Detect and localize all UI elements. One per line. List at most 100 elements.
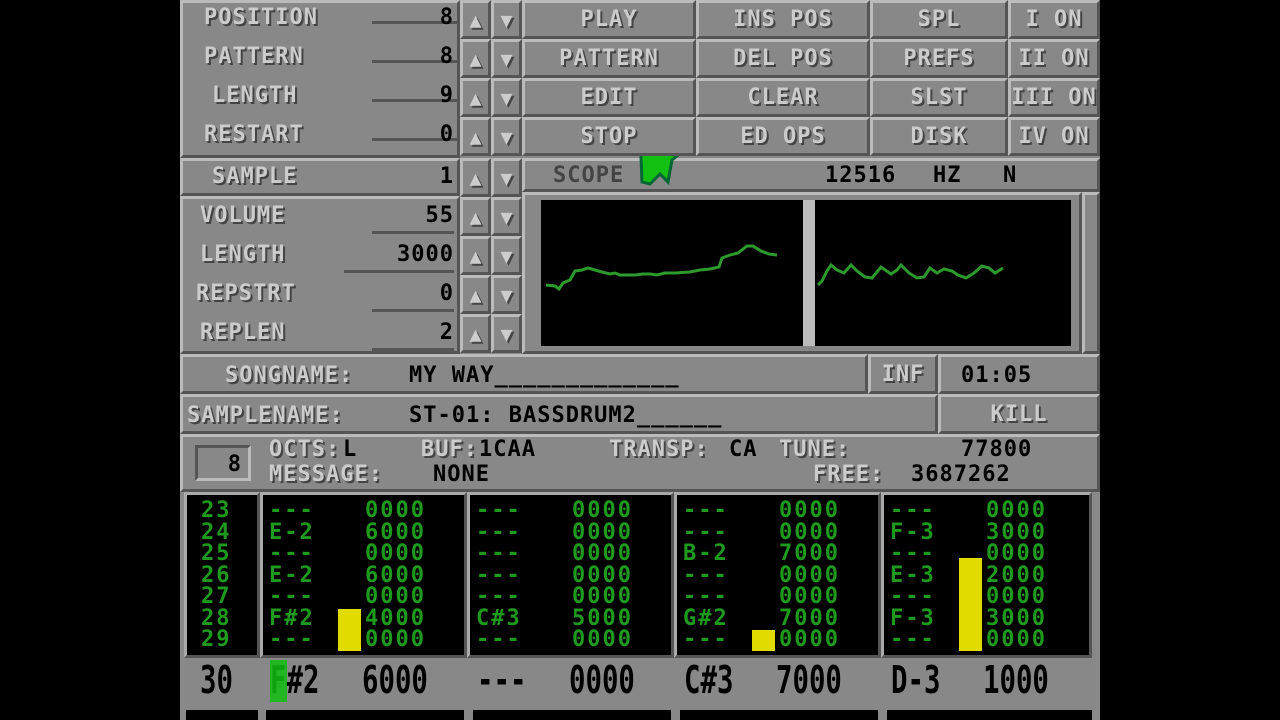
sample-control-value[interactable]: 55 <box>426 203 455 228</box>
channel-3-toggle[interactable]: III ON <box>1008 78 1100 117</box>
note-cell[interactable]: --- <box>683 564 729 586</box>
current-row-effect[interactable]: 1000 <box>983 658 1049 702</box>
ins-pos-button[interactable]: INS POS <box>696 0 870 39</box>
note-cell[interactable]: G#2 <box>683 607 729 629</box>
note-cell[interactable]: E-3 <box>890 564 936 586</box>
current-row-effect[interactable]: 0000 <box>569 658 635 702</box>
info-button[interactable]: INF <box>868 354 938 394</box>
sample-control-value[interactable]: 2 <box>440 320 454 345</box>
effect-cell[interactable]: 0000 <box>779 586 840 608</box>
del-pos-button[interactable]: DEL POS <box>696 39 870 78</box>
effect-cell[interactable]: 0000 <box>572 586 633 608</box>
current-row-effect[interactable]: 6000 <box>362 658 428 702</box>
note-cell[interactable]: --- <box>890 543 936 565</box>
sample-control-value[interactable]: 1 <box>440 164 454 189</box>
note-cell[interactable]: --- <box>476 543 522 565</box>
note-cell[interactable]: --- <box>269 586 315 608</box>
effect-cell[interactable]: 6000 <box>365 564 426 586</box>
note-cell[interactable]: E-2 <box>269 564 315 586</box>
track-2[interactable]: --- 0000 --- 0000 --- 0000 --- 0000 --- 0000 C#3 50… <box>467 492 674 658</box>
channel-1-toggle[interactable]: I ON <box>1008 0 1100 39</box>
note-cell[interactable]: E-2 <box>269 521 315 543</box>
decrement-arrow-icon[interactable]: ▼ <box>491 197 522 236</box>
decrement-arrow-icon[interactable]: ▼ <box>491 78 522 117</box>
effect-cell[interactable]: 0000 <box>365 586 426 608</box>
decrement-arrow-icon[interactable]: ▼ <box>491 0 522 39</box>
effect-cell[interactable]: 0000 <box>779 500 840 522</box>
increment-arrow-icon[interactable]: ▲ <box>460 197 491 236</box>
pattern-button[interactable]: PATTERN <box>522 39 696 78</box>
effect-cell[interactable]: 3000 <box>986 521 1047 543</box>
kill-button[interactable]: KILL <box>938 394 1100 434</box>
increment-arrow-icon[interactable]: ▲ <box>460 0 491 39</box>
stop-button[interactable]: STOP <box>522 117 696 156</box>
increment-arrow-icon[interactable]: ▲ <box>460 314 491 353</box>
effect-cell[interactable]: 0000 <box>986 586 1047 608</box>
note-cell[interactable]: --- <box>476 629 522 651</box>
sample-control-value[interactable]: 0 <box>440 281 454 306</box>
note-cell[interactable]: --- <box>683 521 729 543</box>
songname-field[interactable]: MY WAY_____________ <box>409 363 680 388</box>
effect-cell[interactable]: 0000 <box>365 543 426 565</box>
slst-button[interactable]: SLST <box>870 78 1008 117</box>
sample-control-value[interactable]: 3000 <box>397 242 454 267</box>
clear-button[interactable]: CLEAR <box>696 78 870 117</box>
effect-cell[interactable]: 0000 <box>779 521 840 543</box>
effect-cell[interactable]: 0000 <box>365 629 426 651</box>
increment-arrow-icon[interactable]: ▲ <box>460 39 491 78</box>
effect-cell[interactable]: 0000 <box>572 629 633 651</box>
increment-arrow-icon[interactable]: ▲ <box>460 78 491 117</box>
samplename-field[interactable]: ST-01: BASSDRUM2______ <box>409 403 722 428</box>
song-control-value[interactable]: 8 <box>440 5 454 30</box>
effect-cell[interactable]: 5000 <box>572 607 633 629</box>
note-cell[interactable]: --- <box>683 586 729 608</box>
note-cell[interactable]: --- <box>269 500 315 522</box>
effect-cell[interactable]: 0000 <box>986 500 1047 522</box>
play-button[interactable]: PLAY <box>522 0 696 39</box>
current-row-note[interactable]: --- <box>477 658 526 702</box>
note-cell[interactable]: --- <box>890 629 936 651</box>
note-cell[interactable]: --- <box>890 586 936 608</box>
increment-arrow-icon[interactable]: ▲ <box>460 275 491 314</box>
effect-cell[interactable]: 0000 <box>365 500 426 522</box>
decrement-arrow-icon[interactable]: ▼ <box>491 275 522 314</box>
note-cell[interactable]: --- <box>890 500 936 522</box>
note-cell[interactable]: F#2 <box>269 607 315 629</box>
effect-cell[interactable]: 0000 <box>779 564 840 586</box>
effect-cell[interactable]: 7000 <box>779 607 840 629</box>
note-cell[interactable]: --- <box>683 629 729 651</box>
track-1[interactable]: --- 0000 E-2 6000 --- 0000 E-2 6000 --- 0000 F#2 40… <box>260 492 467 658</box>
decrement-arrow-icon[interactable]: ▼ <box>491 236 522 275</box>
effect-cell[interactable]: 3000 <box>986 607 1047 629</box>
current-row-effect[interactable]: 7000 <box>776 658 842 702</box>
edit-step-box[interactable]: 8 <box>195 445 251 481</box>
song-control-value[interactable]: 0 <box>440 122 454 147</box>
edit-button[interactable]: EDIT <box>522 78 696 117</box>
effect-cell[interactable]: 2000 <box>986 564 1047 586</box>
effect-cell[interactable]: 0000 <box>572 500 633 522</box>
decrement-arrow-icon[interactable]: ▼ <box>491 39 522 78</box>
note-cell[interactable]: C#3 <box>476 607 522 629</box>
disk-button[interactable]: DISK <box>870 117 1008 156</box>
track-3[interactable]: --- 0000 --- 0000 B-2 7000 --- 0000 --- 0000 G#2 70… <box>674 492 881 658</box>
song-control-value[interactable]: 8 <box>440 44 454 69</box>
song-control-value[interactable]: 9 <box>440 83 454 108</box>
channel-2-toggle[interactable]: II ON <box>1008 39 1100 78</box>
ed-ops-button[interactable]: ED OPS <box>696 117 870 156</box>
current-row-note[interactable]: D-3 <box>891 658 940 702</box>
increment-arrow-icon[interactable]: ▲ <box>460 117 491 156</box>
note-cell[interactable]: F-3 <box>890 521 936 543</box>
note-cell[interactable]: --- <box>476 521 522 543</box>
note-cell[interactable]: --- <box>269 629 315 651</box>
effect-cell[interactable]: 0000 <box>572 564 633 586</box>
effect-cell[interactable]: 0000 <box>986 629 1047 651</box>
note-cell[interactable]: --- <box>476 500 522 522</box>
note-cell[interactable]: F-3 <box>890 607 936 629</box>
current-row-note[interactable]: C#3 <box>684 658 733 702</box>
increment-arrow-icon[interactable]: ▲ <box>460 236 491 275</box>
effect-cell[interactable]: 0000 <box>986 543 1047 565</box>
effect-cell[interactable]: 4000 <box>365 607 426 629</box>
effect-cell[interactable]: 7000 <box>779 543 840 565</box>
increment-arrow-icon[interactable]: ▲ <box>460 158 491 197</box>
decrement-arrow-icon[interactable]: ▼ <box>491 117 522 156</box>
